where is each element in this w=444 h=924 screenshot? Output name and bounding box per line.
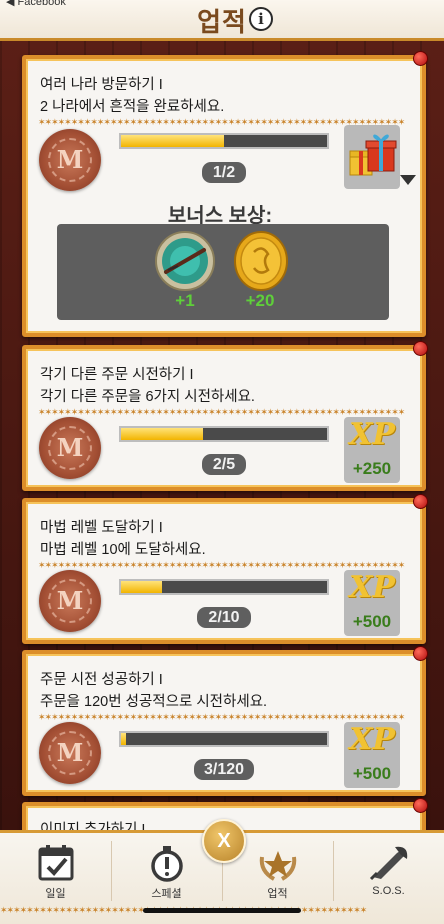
stars-divider: ✶✶✶✶✶✶✶✶✶✶✶✶✶✶✶✶✶✶✶✶✶✶✶✶✶✶✶✶✶✶✶✶✶✶✶✶✶✶✶✶… <box>38 561 405 569</box>
progress-bar <box>119 731 329 747</box>
progress-bar <box>119 426 329 442</box>
tab-label: 스페셜 <box>151 888 182 900</box>
bonus-reward-panel: +1 +20 <box>57 224 389 320</box>
achievement-description: 주문을 120번 성공적으로 시전하세요. <box>40 694 268 710</box>
wax-seal-icon: M <box>39 722 101 784</box>
tab-label: 일일 <box>45 888 66 900</box>
achievement-card: 각기 다른 주문 시전하기 I 각기 다른 주문을 6가지 시전하세요. ✶✶✶… <box>22 341 428 491</box>
pin-icon <box>413 494 428 509</box>
stopwatch-icon <box>151 846 183 882</box>
pin-icon <box>413 341 428 356</box>
achievement-title: 각기 다른 주문 시전하기 I <box>40 367 194 383</box>
xp-amount: +500 <box>352 612 392 631</box>
wax-seal-icon: M <box>39 129 101 191</box>
xp-reward-box: XP +500 <box>344 722 400 788</box>
achievement-description: 각기 다른 주문을 6가지 시전하세요. <box>40 389 255 405</box>
header: ◀ Facebook 업적 i <box>0 0 444 41</box>
xp-label: XP <box>349 722 395 757</box>
tab-daily[interactable]: 일일 <box>0 843 111 903</box>
tab-sos[interactable]: S.O.S. <box>333 843 444 903</box>
progress-bar-fill <box>121 733 127 745</box>
bonus-value: +20 <box>245 291 275 310</box>
progress-bar <box>119 133 329 149</box>
xp-label: XP <box>349 417 395 452</box>
tab-label: 업적 <box>267 888 288 900</box>
star-laurel-icon <box>259 851 297 881</box>
progress-bar <box>119 579 329 595</box>
gold-coin-icon <box>234 231 288 291</box>
compass-medal-icon <box>155 231 215 291</box>
xp-label: XP <box>349 570 395 605</box>
xp-reward-box: XP +500 <box>344 570 400 636</box>
achievement-card: 주문 시전 성공하기 I 주문을 120번 성공적으로 시전하세요. ✶✶✶✶✶… <box>22 646 428 796</box>
achievement-title: 주문 시전 성공하기 I <box>40 672 163 688</box>
home-indicator <box>143 908 301 913</box>
progress-count: 2/10 <box>197 607 251 628</box>
achievement-card: 마법 레벨 도달하기 I 마법 레벨 10에 도달하세요. ✶✶✶✶✶✶✶✶✶✶… <box>22 494 428 644</box>
page-title: 업적 <box>197 7 247 37</box>
achievement-title: 여러 나라 방문하기 I <box>40 77 163 93</box>
scroll-quill-icon <box>369 846 408 881</box>
achievement-description: 2 나라에서 흔적을 완료하세요. <box>40 99 225 115</box>
xp-reward-box: XP +250 <box>344 417 400 483</box>
gift-box-icon <box>349 134 397 176</box>
stars-divider: ✶✶✶✶✶✶✶✶✶✶✶✶✶✶✶✶✶✶✶✶✶✶✶✶✶✶✶✶✶✶✶✶✶✶✶✶✶✶✶✶… <box>38 408 405 416</box>
tab-label: S.O.S. <box>372 885 405 897</box>
pin-icon <box>413 646 428 661</box>
achievement-description: 마법 레벨 10에 도달하세요. <box>40 542 206 558</box>
pin-icon <box>413 798 428 813</box>
chevron-down-icon[interactable] <box>400 175 416 185</box>
achievement-title: 마법 레벨 도달하기 I <box>40 520 163 536</box>
calendar-check-icon <box>38 845 74 881</box>
close-button[interactable]: X <box>202 819 246 863</box>
wax-seal-icon: M <box>39 570 101 632</box>
progress-count: 2/5 <box>202 454 246 475</box>
reward-box[interactable] <box>344 125 400 189</box>
progress-bar-fill <box>121 135 224 147</box>
xp-amount: +250 <box>352 459 392 478</box>
progress-bar-fill <box>121 428 204 440</box>
achievement-card: 여러 나라 방문하기 I 2 나라에서 흔적을 완료하세요. ✶✶✶✶✶✶✶✶✶… <box>22 51 428 337</box>
wax-seal-icon: M <box>39 417 101 479</box>
progress-count: 1/2 <box>202 162 246 183</box>
progress-bar-fill <box>121 581 163 593</box>
xp-amount: +500 <box>352 764 392 783</box>
progress-count: 3/120 <box>194 759 254 780</box>
info-icon[interactable]: i <box>249 7 273 31</box>
pin-icon <box>413 51 428 66</box>
stars-divider: ✶✶✶✶✶✶✶✶✶✶✶✶✶✶✶✶✶✶✶✶✶✶✶✶✶✶✶✶✶✶✶✶✶✶✶✶✶✶✶✶… <box>38 713 405 721</box>
bonus-value: +1 <box>175 291 195 310</box>
